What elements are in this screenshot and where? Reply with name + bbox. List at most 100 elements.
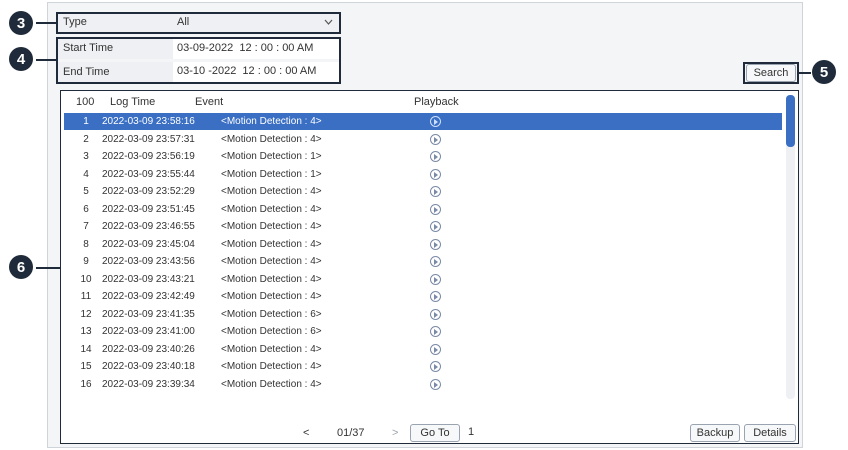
table-row[interactable]: 7 2022-03-09 23:46:55 <Motion Detection : … bbox=[64, 218, 782, 235]
table-row[interactable]: 13 2022-03-09 23:41:00 <Motion Detection :… bbox=[64, 323, 782, 340]
play-circle-icon[interactable] bbox=[430, 133, 441, 145]
row-number: 2 bbox=[83, 133, 89, 145]
row-event: <Motion Detection : 4> bbox=[221, 116, 322, 127]
table-row[interactable]: 3 2022-03-09 23:56:19 <Motion Detection : … bbox=[64, 148, 782, 165]
play-circle-icon[interactable] bbox=[430, 326, 441, 337]
table-row[interactable]: 12 2022-03-09 23:41:35 <Motion Detection :… bbox=[64, 306, 782, 323]
row-event: <Motion Detection : 4> bbox=[221, 133, 322, 145]
table-row[interactable]: 5 2022-03-09 23:52:29 <Motion Detection : … bbox=[64, 183, 782, 200]
table-row[interactable]: 16 2022-03-09 23:39:34 <Motion Detection :… bbox=[64, 376, 782, 393]
table-row[interactable]: 8 2022-03-09 23:45:04 <Motion Detection : … bbox=[64, 236, 782, 253]
row-event: <Motion Detection : 4> bbox=[221, 378, 322, 390]
callout-4: 4 bbox=[9, 47, 33, 71]
row-number: 16 bbox=[80, 378, 92, 390]
page-indicator: 01/37 bbox=[337, 427, 365, 439]
play-circle-icon[interactable] bbox=[430, 361, 441, 372]
table-row[interactable]: 11 2022-03-09 23:42:49 <Motion Detection :… bbox=[64, 288, 782, 305]
row-log-time: 2022-03-09 23:41:00 bbox=[102, 326, 195, 337]
row-log-time: 2022-03-09 23:52:29 bbox=[102, 186, 195, 197]
callout-6-connector bbox=[36, 267, 60, 269]
row-log-time: 2022-03-09 23:58:16 bbox=[102, 116, 195, 127]
row-event: <Motion Detection : 1> bbox=[221, 168, 322, 180]
callout-3-outline bbox=[56, 12, 341, 34]
play-circle-icon[interactable] bbox=[430, 343, 441, 355]
row-number: 11 bbox=[80, 291, 92, 302]
row-log-time: 2022-03-09 23:39:34 bbox=[102, 378, 195, 390]
row-number: 7 bbox=[83, 221, 89, 232]
go-to-button[interactable]: Go To bbox=[410, 424, 460, 442]
callout-4-outline bbox=[56, 37, 341, 84]
row-event: <Motion Detection : 1> bbox=[221, 151, 322, 162]
page-number-input[interactable]: 1 bbox=[464, 424, 507, 442]
row-event: <Motion Detection : 4> bbox=[221, 238, 322, 250]
play-circle-icon[interactable] bbox=[430, 273, 441, 285]
scrollbar-thumb[interactable] bbox=[786, 95, 795, 147]
row-log-time: 2022-03-09 23:40:18 bbox=[102, 361, 195, 372]
play-circle-icon[interactable] bbox=[430, 116, 441, 127]
callout-6: 6 bbox=[9, 255, 33, 279]
backup-button[interactable]: Backup bbox=[690, 424, 740, 442]
callout-3: 3 bbox=[9, 11, 33, 35]
header-event: Event bbox=[195, 96, 224, 108]
row-number: 10 bbox=[80, 273, 92, 285]
table-row[interactable]: 14 2022-03-09 23:40:26 <Motion Detection :… bbox=[64, 341, 782, 358]
callout-5-connector bbox=[799, 72, 811, 74]
table-row[interactable]: 9 2022-03-09 23:43:56 <Motion Detection : … bbox=[64, 253, 782, 270]
row-number: 4 bbox=[83, 168, 89, 180]
row-number: 15 bbox=[80, 361, 92, 372]
callout-4-connector bbox=[36, 59, 56, 61]
row-event: <Motion Detection : 4> bbox=[221, 221, 322, 232]
table-row[interactable]: 15 2022-03-09 23:40:18 <Motion Detection :… bbox=[64, 358, 782, 375]
row-number: 8 bbox=[83, 238, 89, 250]
callout-5-outline bbox=[743, 62, 799, 84]
prev-page-button[interactable]: < bbox=[303, 427, 309, 439]
table-row[interactable]: 10 2022-03-09 23:43:21 <Motion Detection :… bbox=[64, 271, 782, 288]
row-log-time: 2022-03-09 23:43:21 bbox=[102, 273, 195, 285]
play-circle-icon[interactable] bbox=[430, 238, 441, 250]
play-circle-icon[interactable] bbox=[430, 186, 441, 197]
row-number: 1 bbox=[83, 116, 89, 127]
row-event: <Motion Detection : 6> bbox=[221, 308, 322, 320]
row-log-time: 2022-03-09 23:56:19 bbox=[102, 151, 195, 162]
row-number: 13 bbox=[80, 326, 92, 337]
row-log-time: 2022-03-09 23:43:56 bbox=[102, 256, 195, 267]
play-circle-icon[interactable] bbox=[430, 378, 441, 390]
table-row[interactable]: 6 2022-03-09 23:51:45 <Motion Detection : … bbox=[64, 201, 782, 218]
play-circle-icon[interactable] bbox=[430, 151, 441, 162]
callout-3-connector bbox=[36, 22, 56, 24]
table-row[interactable]: 1 2022-03-09 23:58:16 <Motion Detection : … bbox=[64, 113, 782, 130]
row-event: <Motion Detection : 4> bbox=[221, 273, 322, 285]
row-log-time: 2022-03-09 23:45:04 bbox=[102, 238, 195, 250]
row-log-time: 2022-03-09 23:46:55 bbox=[102, 221, 195, 232]
row-number: 14 bbox=[80, 343, 92, 355]
details-button[interactable]: Details bbox=[744, 424, 796, 442]
row-log-time: 2022-03-09 23:40:26 bbox=[102, 343, 195, 355]
play-circle-icon[interactable] bbox=[430, 221, 441, 232]
row-log-time: 2022-03-09 23:57:31 bbox=[102, 133, 195, 145]
play-circle-icon[interactable] bbox=[430, 256, 441, 267]
table-row[interactable]: 2 2022-03-09 23:57:31 <Motion Detection : … bbox=[64, 131, 782, 148]
row-number: 3 bbox=[83, 151, 89, 162]
row-event: <Motion Detection : 4> bbox=[221, 291, 322, 302]
next-page-button[interactable]: > bbox=[392, 427, 398, 439]
header-count: 100 bbox=[76, 96, 95, 108]
row-log-time: 2022-03-09 23:51:45 bbox=[102, 203, 195, 215]
play-circle-icon[interactable] bbox=[430, 203, 441, 215]
table-scrollbar[interactable] bbox=[786, 95, 795, 399]
row-log-time: 2022-03-09 23:41:35 bbox=[102, 308, 195, 320]
header-playback: Playback bbox=[414, 96, 459, 108]
callout-5: 5 bbox=[812, 60, 836, 84]
row-event: <Motion Detection : 6> bbox=[221, 326, 322, 337]
table-row[interactable]: 4 2022-03-09 23:55:44 <Motion Detection : … bbox=[64, 166, 782, 183]
row-log-time: 2022-03-09 23:55:44 bbox=[102, 168, 195, 180]
row-log-time: 2022-03-09 23:42:49 bbox=[102, 291, 195, 302]
play-circle-icon[interactable] bbox=[430, 308, 441, 320]
play-circle-icon[interactable] bbox=[430, 291, 441, 302]
row-number: 9 bbox=[83, 256, 89, 267]
row-number: 5 bbox=[83, 186, 89, 197]
header-log-time: Log Time bbox=[110, 96, 156, 108]
row-event: <Motion Detection : 4> bbox=[221, 256, 322, 267]
play-circle-icon[interactable] bbox=[430, 168, 441, 180]
row-event: <Motion Detection : 4> bbox=[221, 343, 322, 355]
row-event: <Motion Detection : 4> bbox=[221, 186, 322, 197]
